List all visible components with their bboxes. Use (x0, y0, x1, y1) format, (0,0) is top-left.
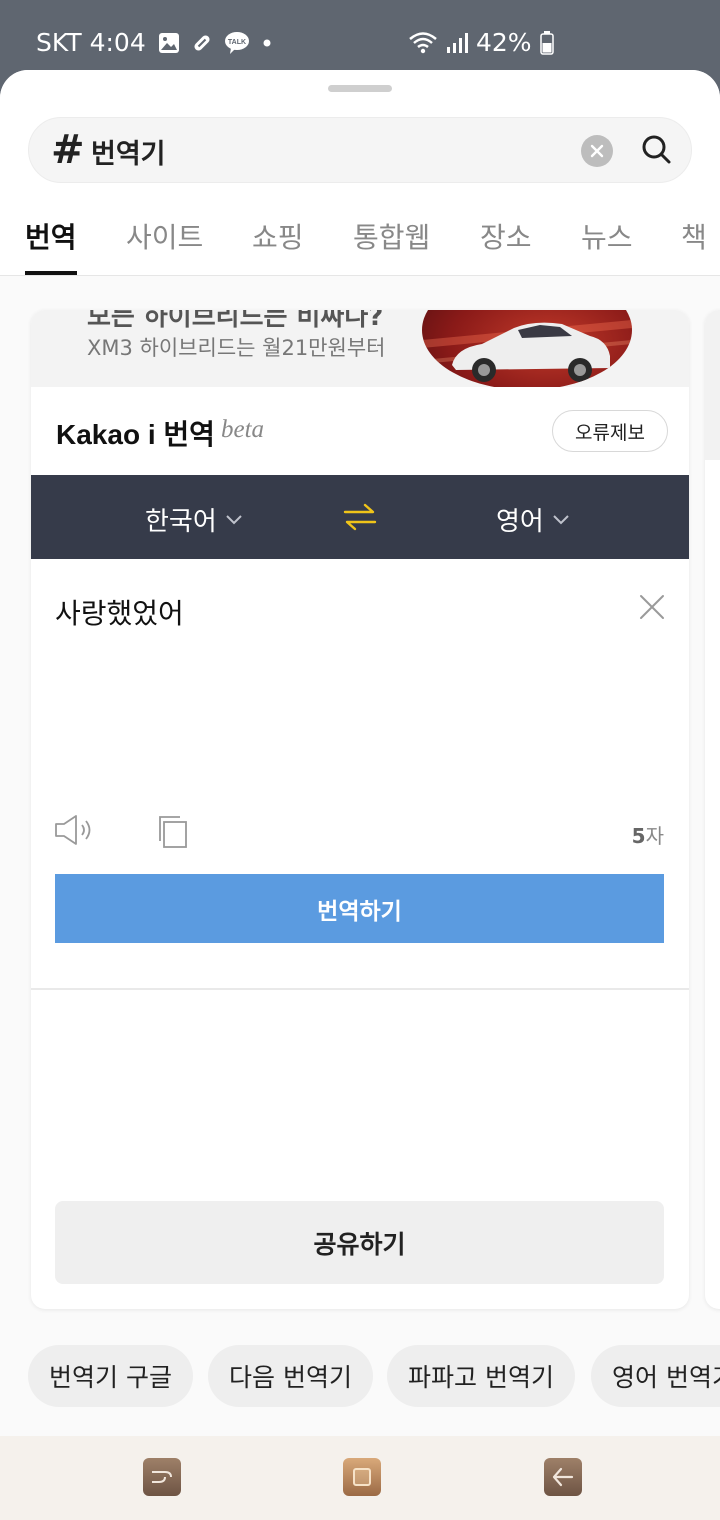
back-button[interactable] (544, 1458, 582, 1496)
clear-input-button[interactable] (639, 594, 665, 620)
back-arrow-icon (552, 1467, 574, 1487)
recents-button[interactable] (143, 1458, 181, 1496)
language-bar: 한국어 영어 (31, 475, 689, 559)
target-language-label: 영어 (496, 507, 544, 537)
next-card-peek[interactable] (705, 310, 720, 1309)
character-count-unit: 자 (645, 824, 664, 848)
search-bar[interactable]: # 번역기 (28, 117, 692, 183)
listen-button[interactable] (54, 814, 96, 846)
translator-card: 모든 하이브리드는 비싸다? XM3 하이브리드는 월21만원부터 Kakao … (31, 310, 689, 1309)
ad-banner[interactable]: 모든 하이브리드는 비싸다? XM3 하이브리드는 월21만원부터 (31, 310, 689, 387)
tab-site[interactable]: 사이트 (126, 216, 203, 256)
dot-icon (260, 36, 274, 50)
signal-icon (446, 32, 468, 54)
status-left: SKT 4:04 TALK (36, 28, 274, 57)
swap-language-button[interactable] (343, 502, 377, 532)
bottom-sheet: # 번역기 번역 사이트 쇼핑 통합웹 장소 뉴스 책 모든 하이브리드는 비싸… (0, 70, 720, 1520)
search-icon (642, 135, 671, 164)
status-right: 42% (408, 28, 554, 57)
navigation-bar (0, 1436, 720, 1520)
ad-headline: 모든 하이브리드는 비싸다? (87, 310, 384, 332)
sheet-header: # 번역기 번역 사이트 쇼핑 통합웹 장소 뉴스 책 (0, 70, 720, 276)
swap-icon (343, 503, 377, 531)
target-language-select[interactable]: 영어 (496, 501, 570, 538)
share-button[interactable]: 공유하기 (55, 1201, 664, 1284)
search-input[interactable]: 번역기 (91, 132, 166, 171)
source-text-input[interactable]: 사랑했었어 (55, 592, 184, 632)
wifi-icon (408, 31, 438, 55)
battery-icon (539, 30, 554, 55)
translate-button[interactable]: 번역하기 (55, 874, 664, 943)
next-card-thumbnail (705, 310, 720, 460)
tab-translate[interactable]: 번역 (25, 216, 77, 256)
search-tabs: 번역 사이트 쇼핑 통합웹 장소 뉴스 책 (0, 208, 720, 276)
clear-search-button[interactable] (581, 135, 613, 167)
related-searches: 번역기 구글 다음 번역기 파파고 번역기 영어 번역기 (0, 1345, 720, 1409)
battery-label: 42% (476, 28, 532, 57)
beta-badge: beta (221, 416, 265, 443)
kakaotalk-icon: TALK (224, 31, 250, 55)
tab-shopping[interactable]: 쇼핑 (252, 216, 304, 256)
active-tab-indicator (25, 271, 77, 275)
talk-label: TALK (228, 39, 246, 46)
related-chip[interactable]: 파파고 번역기 (387, 1345, 575, 1407)
drag-handle[interactable] (328, 85, 392, 92)
related-chip[interactable]: 영어 번역기 (591, 1345, 720, 1407)
pill-icon (190, 31, 214, 55)
source-language-select[interactable]: 한국어 (145, 501, 243, 538)
copy-button[interactable] (158, 815, 188, 849)
translator-header: Kakao i 번역 beta 오류제보 (31, 387, 689, 475)
time-label: 4:04 (89, 28, 146, 57)
car-image (422, 310, 632, 387)
close-icon (590, 144, 604, 158)
related-chip[interactable]: 다음 번역기 (208, 1345, 373, 1407)
hash-icon: # (51, 127, 85, 173)
translator-title: Kakao i 번역 (56, 419, 215, 450)
close-icon (640, 595, 664, 619)
speaker-icon (55, 815, 91, 845)
status-bar: SKT 4:04 TALK 42% (0, 0, 720, 80)
character-count: 5자 (632, 820, 664, 849)
tab-news[interactable]: 뉴스 (581, 216, 633, 256)
carrier-label: SKT (36, 28, 82, 57)
tab-web[interactable]: 통합웹 (353, 216, 430, 256)
character-count-number: 5 (631, 824, 646, 848)
tab-book[interactable]: 책 (681, 216, 707, 256)
chevron-down-icon (226, 514, 242, 524)
source-text-area[interactable]: 사랑했었어 5자 번역하기 (31, 559, 689, 989)
related-chip[interactable]: 번역기 구글 (28, 1345, 193, 1407)
search-button[interactable] (639, 132, 675, 168)
report-error-button[interactable]: 오류제보 (552, 410, 668, 452)
source-language-label: 한국어 (145, 507, 217, 537)
copy-icon (159, 816, 187, 848)
tab-place[interactable]: 장소 (480, 216, 532, 256)
home-icon (353, 1468, 371, 1486)
chevron-down-icon (553, 514, 569, 524)
ad-subtitle: XM3 하이브리드는 월21만원부터 (87, 336, 386, 360)
gallery-icon (158, 32, 180, 54)
result-divider (31, 988, 689, 990)
recents-icon (152, 1471, 172, 1483)
home-button[interactable] (343, 1458, 381, 1496)
